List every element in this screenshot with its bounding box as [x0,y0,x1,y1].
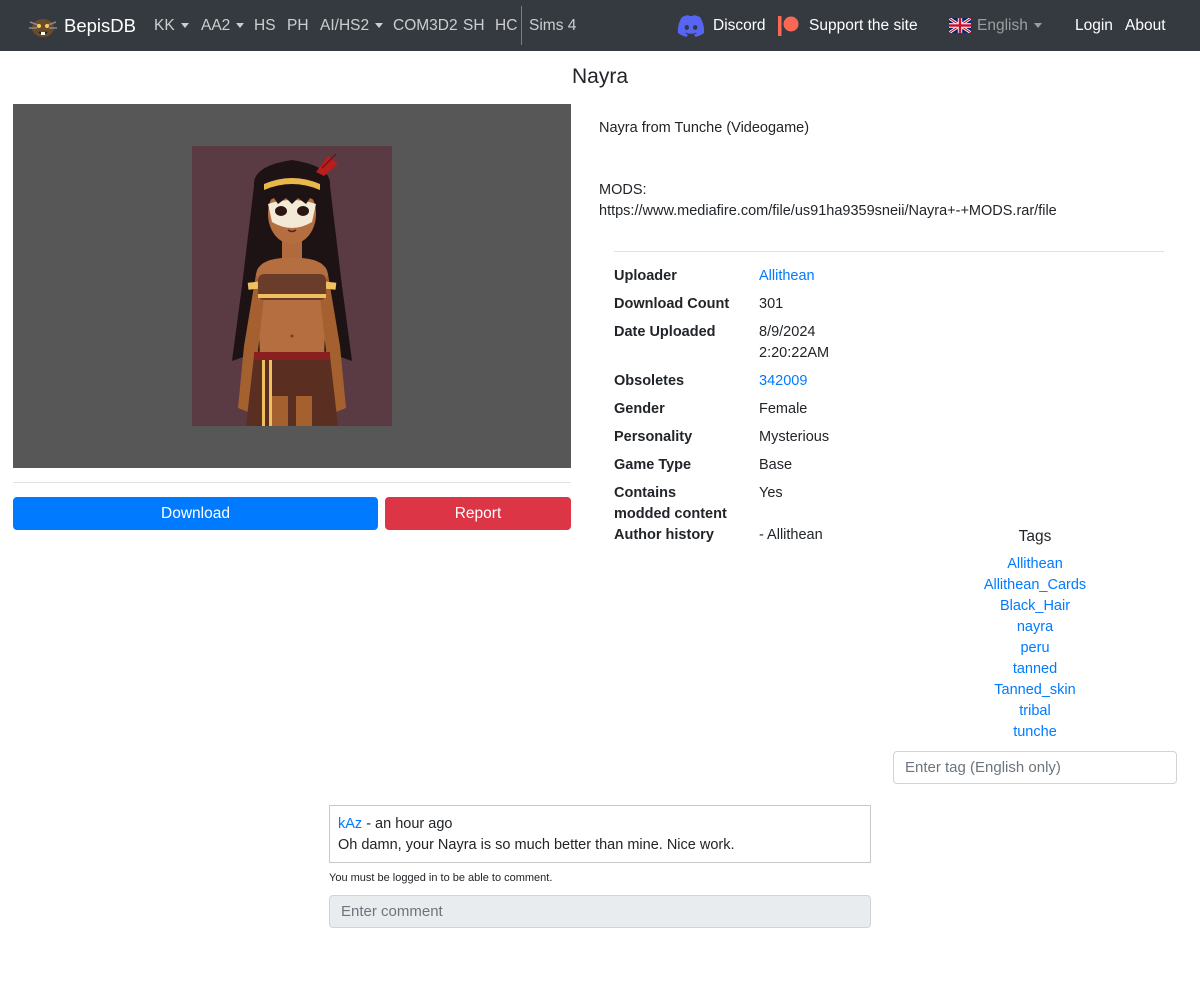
discord-icon [677,14,705,37]
nav-hs-label: HS [254,16,276,34]
uk-flag-icon [949,18,971,33]
support-label: Support the site [809,16,918,34]
language-dropdown[interactable]: English [949,0,1042,51]
modded-content-label-2: modded content [614,506,727,522]
uploader-link[interactable]: Allithean [759,266,815,287]
bepis-logo-icon [29,18,57,37]
tags-heading: Tags [1018,528,1052,545]
obsoletes-label: Obsoletes [614,373,685,389]
nav-hc-label: HC [495,16,518,34]
download-count-label: Download Count [614,296,730,312]
login-link[interactable]: Login [1075,0,1113,51]
author-history-value: - Allithean [759,527,823,543]
nav-aa2[interactable]: AA2 [201,0,245,51]
nav-kk-label: KK [154,16,175,34]
gender-label: Gender [614,401,665,417]
description-line: MODS: [599,182,647,198]
obsoletes-link[interactable]: 342009 [759,371,807,392]
brand-link[interactable]: BepisDB [28,0,136,51]
gender-value: Female [759,401,808,417]
comment-header: kAz - an hour ago [338,814,862,835]
card-description: Nayra from Tunche (Videogame) MODS: http… [599,118,1057,222]
chevron-down-icon [236,23,245,28]
brand-name: BepisDB [64,14,136,36]
nav-sims4[interactable]: Sims 4 [529,0,576,51]
description-link-text: https://www.mediafire.com/file/us91ha935… [599,203,1057,219]
nav-sh-label: SH [463,16,485,34]
nav-com3d2[interactable]: COM3D2 [393,0,458,51]
nav-hs[interactable]: HS [254,0,276,51]
comment-time: - an hour ago [362,816,453,832]
modded-content-label-1: Contains [614,485,677,501]
patreon-icon [778,15,799,36]
login-required-note: You must be logged in to be able to comm… [329,872,553,884]
nav-sh[interactable]: SH [463,0,485,51]
tag-link[interactable]: tribal [893,703,1177,719]
personality-value: Mysterious [759,429,830,445]
about-label: About [1125,16,1166,34]
nav-ph[interactable]: PH [287,0,309,51]
chevron-down-icon [180,23,189,28]
chevron-down-icon [1033,23,1042,28]
divider [614,251,1164,252]
nav-aa2-label: AA2 [201,16,231,34]
comment-item: kAz - an hour ago Oh damn, your Nayra is… [329,805,871,863]
page-title: Nayra [571,65,629,88]
chevron-down-icon [375,23,384,28]
card-preview-image[interactable] [192,146,392,426]
game-type-label: Game Type [614,457,692,473]
character-illustration [192,146,392,426]
comment-input[interactable] [329,895,871,928]
nav-com3d2-label: COM3D2 [393,16,458,34]
about-link[interactable]: About [1125,0,1166,51]
download-count-value: 301 [759,296,784,312]
nav-ph-label: PH [287,16,309,34]
tag-link[interactable]: Allithean_Cards [893,577,1177,593]
report-button[interactable]: Report [385,497,571,530]
tag-link[interactable]: tunche [893,724,1177,740]
download-button[interactable]: Download [13,497,378,530]
nav-divider [521,6,522,45]
comment-author-link[interactable]: kAz [338,816,362,832]
date-uploaded-label: Date Uploaded [614,324,716,340]
tag-link[interactable]: Allithean [893,556,1177,572]
nav-hc[interactable]: HC [495,0,517,51]
date-uploaded-time: 2:20:22AM [759,345,830,361]
nav-sims4-label: Sims 4 [529,16,577,34]
date-uploaded-date: 8/9/2024 [759,324,816,340]
personality-label: Personality [614,429,693,445]
tag-link[interactable]: Tanned_skin [893,682,1177,698]
author-history-label: Author history [614,527,714,543]
tag-link[interactable]: Black_Hair [893,598,1177,614]
tag-input[interactable] [893,751,1177,784]
description-line: Nayra from Tunche (Videogame) [599,120,810,136]
nav-ai-hs2-label: AI/HS2 [320,16,370,34]
login-label: Login [1075,16,1113,34]
top-navbar: BepisDB KK AA2 HS PH AI/HS2 COM3D2 SH HC… [0,0,1200,51]
card-image-panel [13,104,571,468]
nav-ai-hs2[interactable]: AI/HS2 [320,0,384,51]
tag-link[interactable]: tanned [893,661,1177,677]
tag-link[interactable]: peru [893,640,1177,656]
comment-text: Oh damn, your Nayra is so much better th… [338,837,735,853]
tag-link[interactable]: nayra [893,619,1177,635]
nav-kk[interactable]: KK [154,0,189,51]
discord-label: Discord [713,16,766,34]
divider [13,482,571,483]
language-label: English [977,16,1028,34]
discord-link[interactable]: Discord [677,0,766,51]
uploader-label: Uploader [614,268,677,284]
game-type-value: Base [759,457,793,473]
support-link[interactable]: Support the site [778,0,918,51]
modded-content-value: Yes [759,485,783,501]
